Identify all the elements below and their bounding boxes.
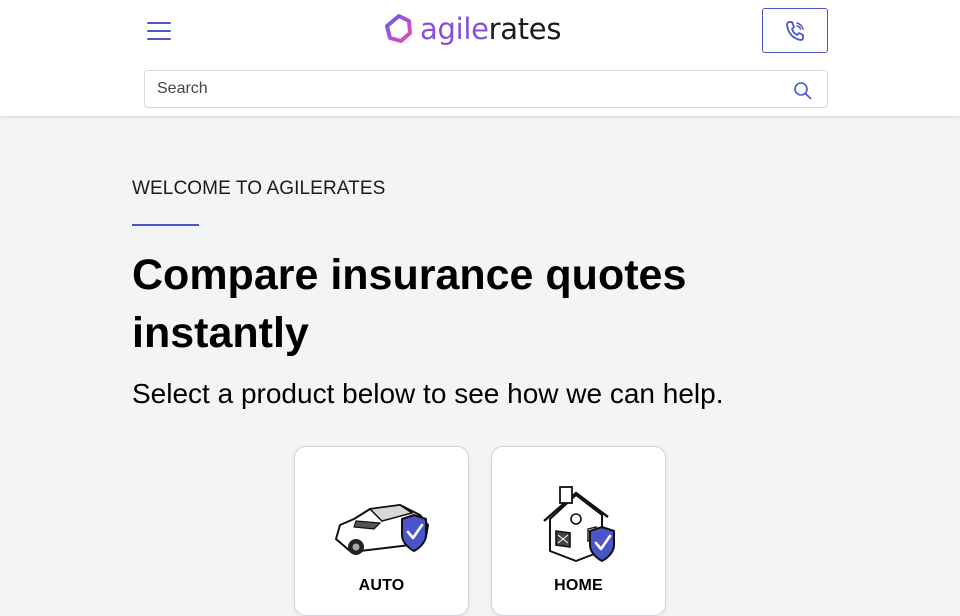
page-title: Compare insurance quotes instantly	[132, 251, 687, 357]
search-input[interactable]	[157, 71, 777, 107]
product-card-home[interactable]: HOME	[491, 446, 666, 616]
welcome-eyebrow: WELCOME TO AGILERATES	[132, 178, 386, 199]
agilerates-logo[interactable]: agilerates	[384, 12, 561, 46]
product-label-home: HOME	[554, 577, 603, 594]
product-card-auto[interactable]: AUTO	[294, 446, 469, 616]
page-subtitle: Select a product below to see how we can…	[132, 378, 724, 409]
search-icon[interactable]	[793, 81, 812, 100]
car-shield-icon	[335, 504, 429, 555]
product-label-auto: AUTO	[358, 577, 405, 594]
logo-wordmark: agilerates	[420, 12, 562, 46]
site-header: agilerates	[0, 0, 960, 116]
house-shield-icon	[543, 486, 615, 562]
logo-mark-icon	[385, 14, 412, 43]
hamburger-menu-icon[interactable]	[144, 18, 174, 44]
search-bar	[144, 70, 828, 108]
call-button[interactable]	[762, 8, 828, 53]
phone-icon	[786, 20, 804, 41]
eyebrow-divider	[132, 224, 199, 226]
